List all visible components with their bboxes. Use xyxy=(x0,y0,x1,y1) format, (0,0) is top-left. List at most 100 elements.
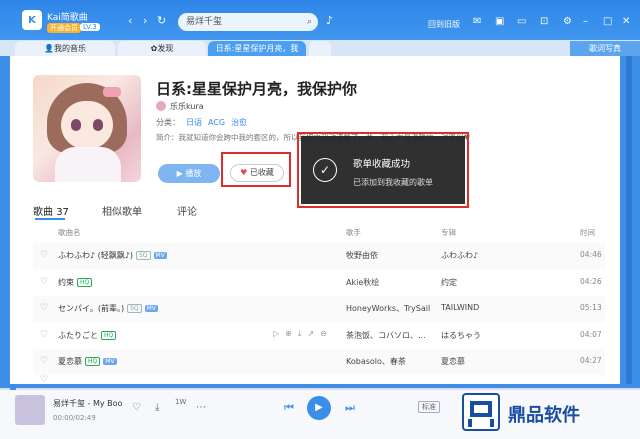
message-icon[interactable]: ▭ xyxy=(517,16,526,27)
lyrics-wallpaper-button[interactable]: 歌词写真 xyxy=(570,41,640,56)
active-tab-indicator xyxy=(35,218,65,220)
play-icon: ▷ xyxy=(273,329,286,338)
success-toast: ✓ 歌单收藏成功 已添加到我收藏的歌单 xyxy=(301,136,465,204)
close-icon[interactable]: ✕ xyxy=(622,16,630,27)
song-time: 04:27 xyxy=(580,356,602,365)
like-icon[interactable]: ♡ xyxy=(40,277,48,287)
search-input[interactable]: 易烊千玺 ⌕ xyxy=(178,13,318,31)
level-badge: LV.3 xyxy=(80,23,100,31)
song-name[interactable]: センパイ。(前辈。) SQ MV xyxy=(58,303,158,314)
col-header-album[interactable]: 专辑 xyxy=(441,227,456,238)
user-icon: 👤 xyxy=(44,44,54,53)
heart-icon: ♥ xyxy=(240,168,250,177)
now-playing-time: 00:00/02:49 xyxy=(53,414,96,422)
tab-comments[interactable]: 评论 xyxy=(177,203,197,218)
previous-icon[interactable]: ⏮ xyxy=(284,401,294,415)
now-playing-cover[interactable] xyxy=(15,395,45,425)
toast-subtitle: 已添加到我收藏的歌单 xyxy=(353,178,433,187)
hq-badge: HQ xyxy=(77,278,93,287)
search-value: 易烊千玺 xyxy=(186,17,223,27)
mv-badge[interactable]: MV xyxy=(144,305,158,312)
row-actions[interactable]: ▷⊕⤓↗⊖ xyxy=(273,329,333,339)
col-header-name[interactable]: 歌曲名 xyxy=(58,227,81,238)
search-icon[interactable]: ⌕ xyxy=(307,13,312,31)
play-all-button[interactable]: ▶ 播放 xyxy=(158,164,220,183)
shirt-icon[interactable]: ▣ xyxy=(495,16,504,27)
like-icon[interactable]: ♡ xyxy=(40,330,48,340)
back-icon[interactable]: ‹ xyxy=(128,14,132,27)
song-album[interactable]: 约定 xyxy=(441,277,457,288)
mv-badge[interactable]: MV xyxy=(103,358,117,365)
song-album[interactable]: 夏恋慕 xyxy=(441,356,465,367)
song-time: 04:26 xyxy=(580,277,602,286)
like-icon[interactable]: ♡ xyxy=(40,250,48,260)
tab-songs[interactable]: 歌曲 37 xyxy=(33,203,69,218)
song-artist[interactable]: Kobasolo、春茶 xyxy=(346,356,406,367)
song-name[interactable]: ふわふわ♪ (轻飘飘♪) SQ MV xyxy=(58,250,167,261)
like-icon[interactable]: ♡ xyxy=(40,375,48,385)
creator-name[interactable]: 乐乐kura xyxy=(170,101,204,112)
user-avatar[interactable]: K xyxy=(22,10,42,30)
watermark-text: 鼎品软件 xyxy=(508,405,580,426)
table-row[interactable]: ♡ 约束 HQ Akie秋绘 约定 04:26 xyxy=(33,270,605,296)
song-artist[interactable]: 牧野由依 xyxy=(346,250,378,261)
tab-playlist[interactable]: 日系:星星保护月亮，我 xyxy=(208,41,306,56)
like-icon[interactable]: ♡ xyxy=(40,356,48,366)
vip-badge[interactable]: 开通会员 xyxy=(47,23,81,33)
now-playing-title[interactable]: 易烊千玺 - My Boo xyxy=(53,398,122,409)
voice-search-icon[interactable]: ♪ xyxy=(326,14,333,27)
like-icon[interactable]: ♡ xyxy=(40,303,48,313)
sq-badge: SQ xyxy=(136,251,151,260)
hq-badge: HQ xyxy=(101,331,117,340)
tag-acg[interactable]: ACG xyxy=(208,118,225,127)
download-icon[interactable]: ⤓ xyxy=(155,402,159,413)
mv-badge[interactable]: MV xyxy=(153,252,167,259)
song-name[interactable]: ふたりごと HQ xyxy=(58,330,117,341)
back-to-old-version-link[interactable]: 回到旧版 xyxy=(428,19,460,30)
watermark: 鼎品软件 xyxy=(462,392,637,436)
song-name[interactable]: 夏恋慕 HQ MV xyxy=(58,356,117,367)
favorited-button[interactable]: ♥ 已收藏 xyxy=(230,164,284,182)
playlist-title: 日系:星星保护月亮，我保护你 xyxy=(156,80,357,98)
like-icon[interactable]: ♡ xyxy=(132,402,141,413)
table-row[interactable]: ♡ 夏恋慕 HQ MV Kobasolo、春茶 夏恋慕 04:27 xyxy=(33,349,605,375)
mini-mode-icon[interactable]: ⊡ xyxy=(540,16,548,27)
creator-avatar[interactable] xyxy=(156,101,166,111)
comment-count-badge[interactable]: 1W xyxy=(175,398,186,406)
scrollbar[interactable] xyxy=(626,56,632,384)
maximize-icon[interactable]: □ xyxy=(603,16,612,27)
more-icon: ⊖ xyxy=(320,329,333,338)
toast-title: 歌单收藏成功 xyxy=(353,159,411,170)
settings-icon[interactable]: ⚙ xyxy=(563,16,572,27)
hq-badge: HQ xyxy=(85,357,101,366)
song-album[interactable]: ふわふわ♪ xyxy=(441,250,478,261)
tag-healing[interactable]: 治愈 xyxy=(231,118,247,127)
minimize-icon[interactable]: – xyxy=(583,16,588,27)
mail-icon[interactable]: ✉ xyxy=(473,16,481,27)
next-icon[interactable]: ⏭ xyxy=(345,401,355,415)
col-header-artist[interactable]: 歌手 xyxy=(346,227,361,238)
tab-my-music[interactable]: 👤我的音乐 xyxy=(15,41,115,56)
table-row[interactable]: ♡ ふたりごと HQ ▷⊕⤓↗⊖ 茶泡饭、コバソロ、... はるちゃう 04:07 xyxy=(33,323,605,349)
tag-japanese[interactable]: 日语 xyxy=(186,118,202,127)
tab-similar-playlists[interactable]: 相似歌单 xyxy=(102,203,142,218)
refresh-icon[interactable]: ↻ xyxy=(157,14,166,27)
more-icon[interactable]: ⋯ xyxy=(196,402,206,413)
song-album[interactable]: TAILWIND xyxy=(441,303,479,312)
song-artist[interactable]: 茶泡饭、コバソロ、... xyxy=(346,330,426,341)
tab-discover[interactable]: ✿发现 xyxy=(118,41,206,56)
table-row[interactable]: ♡ xyxy=(33,374,605,385)
user-name[interactable]: Kai简歌曲 xyxy=(47,10,88,23)
song-album[interactable]: はるちゃう xyxy=(441,330,481,341)
song-artist[interactable]: HoneyWorks、TrySail xyxy=(346,303,430,314)
song-time: 04:46 xyxy=(580,250,602,259)
quality-selector[interactable]: 标准 xyxy=(418,401,440,413)
song-name[interactable]: 约束 HQ xyxy=(58,277,93,288)
play-pause-button[interactable]: ▶ xyxy=(307,396,331,420)
song-artist[interactable]: Akie秋绘 xyxy=(346,277,379,288)
table-row[interactable]: ♡ センパイ。(前辈。) SQ MV HoneyWorks、TrySail TAIL… xyxy=(33,296,605,322)
tab-add[interactable] xyxy=(309,41,331,56)
forward-icon[interactable]: › xyxy=(143,14,147,27)
col-header-time[interactable]: 时间 xyxy=(580,227,595,238)
table-row[interactable]: ♡ ふわふわ♪ (轻飘飘♪) SQ MV 牧野由依 ふわふわ♪ 04:46 xyxy=(33,243,605,269)
